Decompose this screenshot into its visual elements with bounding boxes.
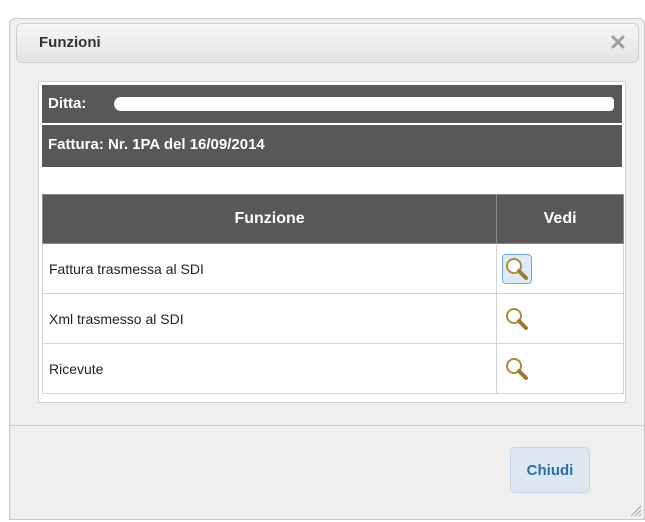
- company-name-redacted: [114, 97, 614, 111]
- table-row: Fattura trasmessa al SDI: [41, 243, 624, 294]
- table-header-row: Funzione Vedi: [41, 194, 624, 244]
- functions-dialog: Funzioni Ditta: Fattura: Nr. 1PA del 16/…: [9, 18, 645, 520]
- row-label: Xml trasmesso al SDI: [41, 293, 498, 344]
- magnifier-icon[interactable]: [503, 305, 531, 333]
- row-label: Fattura trasmessa al SDI: [41, 243, 498, 294]
- magnifier-icon[interactable]: [503, 355, 531, 383]
- resize-grip-icon[interactable]: [628, 503, 642, 517]
- close-button[interactable]: Chiudi: [510, 447, 590, 493]
- invoice-band: Fattura: Nr. 1PA del 16/09/2014: [42, 125, 622, 167]
- table-row: Ricevute: [41, 343, 624, 394]
- functions-table: Funzione Vedi Fattura trasmessa al SDI X…: [41, 194, 624, 394]
- row-label: Ricevute: [41, 343, 498, 394]
- magnifier-icon[interactable]: [502, 253, 533, 284]
- column-header-function: Funzione: [41, 194, 498, 244]
- table-row: Xml trasmesso al SDI: [41, 293, 624, 344]
- dialog-titlebar[interactable]: Funzioni: [16, 23, 639, 63]
- dialog-content: Ditta: Fattura: Nr. 1PA del 16/09/2014 F…: [38, 81, 626, 403]
- close-icon[interactable]: [606, 30, 630, 54]
- column-header-view: Vedi: [496, 194, 624, 244]
- dialog-title: Funzioni: [39, 34, 101, 51]
- company-label: Ditta:: [48, 95, 87, 112]
- view-cell: [496, 343, 624, 394]
- footer-divider: [10, 425, 644, 426]
- view-cell: [496, 293, 624, 344]
- company-band: Ditta:: [42, 85, 622, 123]
- view-cell: [496, 243, 624, 294]
- invoice-label: Fattura: Nr. 1PA del 16/09/2014: [48, 136, 265, 153]
